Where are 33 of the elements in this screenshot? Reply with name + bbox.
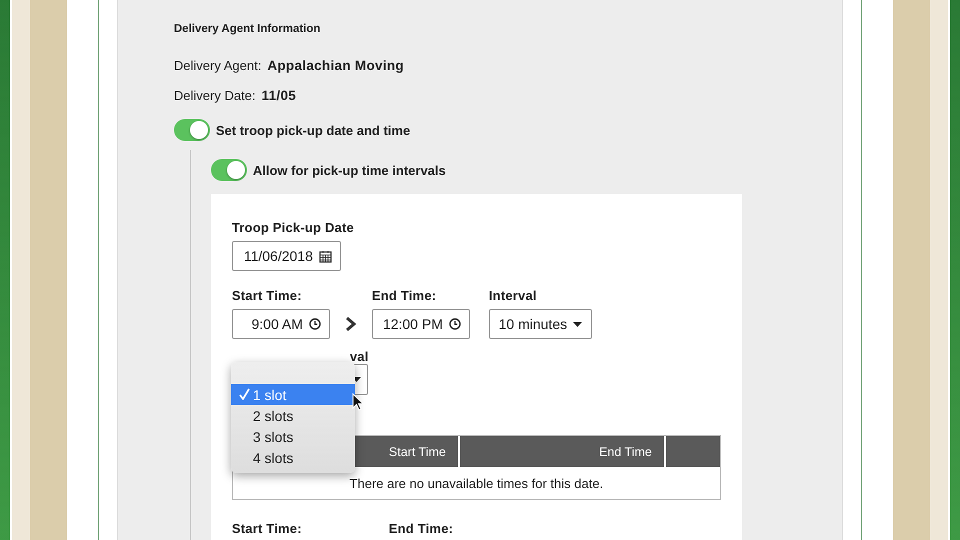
caret-icon [573, 322, 582, 326]
toggle-label: Set troop pick-up date and time [216, 122, 410, 138]
toggle-switch[interactable] [174, 119, 210, 141]
calendar-icon [318, 250, 332, 262]
field-label: Interval [488, 288, 538, 303]
field-label: Troop Pick-up Date [232, 220, 355, 235]
date-field[interactable]: 11/06/2018 [232, 241, 341, 271]
menu-item[interactable]: 4 slots [230, 447, 355, 468]
menu-item[interactable]: 1 slot [230, 384, 355, 405]
field-label: Start Time: [232, 521, 302, 536]
field-label: val [350, 349, 370, 364]
time-field[interactable]: 9:00 AM [232, 309, 330, 339]
toggle-label: Allow for pick-up time intervals [252, 162, 446, 178]
field-label: Start Time: [232, 288, 303, 303]
menu-item[interactable]: 2 slots [230, 405, 355, 426]
checkmark-icon [238, 388, 250, 400]
info-label: Delivery Agent: [174, 58, 262, 73]
info-value: 11/05 [262, 88, 296, 103]
chevron-right-icon [344, 316, 358, 332]
empty-message: There are no unavailable times for this date. [348, 475, 604, 493]
info-label: Delivery Date: [174, 88, 256, 103]
time-field[interactable]: 12:00 PM [372, 309, 470, 339]
field-label: End Time: [388, 521, 454, 536]
toggle-switch[interactable] [210, 159, 247, 181]
cursor-icon [352, 393, 364, 411]
info-value: Appalachian Moving [267, 58, 404, 73]
field-label: End Time: [372, 288, 438, 303]
menu-item[interactable]: 3 slots [230, 426, 355, 447]
column-header: End Time [460, 436, 666, 467]
interval-select[interactable]: 10 minutes [488, 309, 592, 339]
section-heading: Delivery Agent Information [174, 23, 322, 35]
clock-icon [448, 318, 461, 330]
clock-icon [308, 318, 321, 330]
